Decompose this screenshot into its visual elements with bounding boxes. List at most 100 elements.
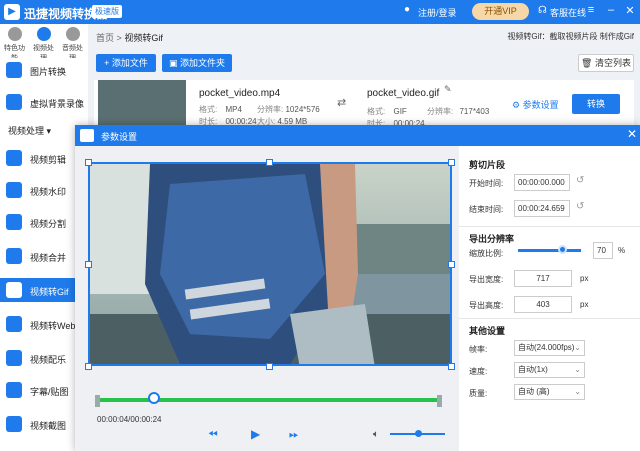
- chevron-down-icon: ⌄: [574, 387, 581, 396]
- version-badge: 极速版: [92, 5, 122, 18]
- add-folder-button[interactable]: ▣ 添加文件夹: [162, 54, 232, 72]
- dialog-close-icon[interactable]: ✕: [627, 127, 637, 141]
- sidebar-item-image-convert[interactable]: 图片转换: [0, 58, 88, 82]
- breadcrumb-home[interactable]: 首页: [96, 33, 114, 43]
- quality-select[interactable]: 自动 (高) ⌄: [514, 384, 585, 400]
- menu-icon[interactable]: ≡: [584, 4, 598, 16]
- end-time-label: 结束时间:: [469, 205, 504, 214]
- video-preview[interactable]: [88, 162, 452, 366]
- video-thumbnail[interactable]: [98, 80, 186, 128]
- convert-button[interactable]: 转换: [572, 94, 620, 114]
- scissors-icon: [6, 150, 22, 166]
- add-file-button[interactable]: + 添加文件: [96, 54, 156, 72]
- rewind-icon[interactable]: ⏪︎: [208, 427, 218, 442]
- top-nav: 特色功能 视频处理 音频处理: [0, 24, 88, 62]
- clear-list-button[interactable]: 🗑︎ 清空列表: [578, 54, 634, 72]
- param-settings-link[interactable]: ⚙ 参数设置: [512, 98, 559, 111]
- sidebar-item-virtual-bg[interactable]: 虚拟背景录像: [0, 90, 88, 114]
- reset-start-icon[interactable]: ↺: [576, 175, 584, 186]
- app-logo-icon: ▶: [4, 4, 20, 20]
- merge-icon: [6, 248, 22, 264]
- headset-icon: ☊: [538, 5, 547, 16]
- height-unit: px: [580, 300, 589, 309]
- special-icon: [7, 27, 22, 41]
- fast-forward-icon[interactable]: ⏩︎: [289, 427, 299, 442]
- scale-slider-knob[interactable]: [558, 245, 568, 254]
- playhead-knob[interactable]: [148, 392, 161, 404]
- breadcrumb-current: 视频转Gif: [124, 33, 163, 43]
- minimize-icon[interactable]: –: [604, 4, 618, 16]
- login-link[interactable]: 注册/登录: [418, 6, 457, 19]
- target-filename: pocket_video.gif: [367, 88, 440, 99]
- screenshot-icon: [6, 416, 22, 432]
- source-filename: pocket_video.mp4: [199, 88, 281, 99]
- scale-input[interactable]: 70: [593, 242, 613, 259]
- height-input[interactable]: 403: [514, 296, 572, 313]
- chevron-down-icon: ⌄: [574, 365, 581, 374]
- playback-time: 00:00:04/00:00:24: [97, 415, 162, 424]
- image-icon: [6, 62, 22, 78]
- crop-handle-ml[interactable]: [85, 261, 92, 268]
- settings-pane: 剪切片段 开始时间: 00:00:00.000 ↺ 结束时间: 00:00:24…: [459, 146, 640, 451]
- quality-label: 质量:: [469, 389, 488, 398]
- divider: [459, 318, 640, 319]
- res-section-title: 导出分辨率: [469, 234, 515, 244]
- start-time-input[interactable]: 00:00:00.000: [514, 174, 570, 191]
- target-resolution: 分辨率: 717*403: [427, 107, 490, 116]
- speed-label: 速度:: [469, 367, 488, 376]
- dialog-logo-icon: [80, 129, 94, 142]
- camera-icon: [6, 94, 22, 110]
- vip-button[interactable]: 开通VIP: [472, 3, 529, 20]
- subtitle-icon: [6, 382, 22, 398]
- preview-pane: 00:00:04/00:00:24 ⏪︎ ▶ ⏩︎ 🔈︎: [75, 146, 459, 451]
- param-settings-dialog: 参数设置 ✕ 00:00:04/00:00:24 ⏪︎ ▶ ⏩︎ 🔈︎ 剪切片段…: [75, 125, 640, 451]
- video-icon: [36, 27, 51, 41]
- width-label: 导出宽度:: [469, 275, 504, 284]
- page-hint: 视频转Gif：截取视频片段 制作成Gif: [507, 32, 634, 41]
- breadcrumb: 首页 > 视频转Gif: [96, 33, 163, 43]
- service-link[interactable]: 客服在线: [550, 6, 586, 19]
- width-unit: px: [580, 274, 589, 283]
- cut-section-title: 剪切片段: [469, 160, 506, 170]
- crop-handle-tr[interactable]: [448, 159, 455, 166]
- timeline-start-handle[interactable]: [95, 395, 100, 407]
- audio-icon: [65, 27, 80, 41]
- user-icon: ●: [404, 4, 411, 15]
- shuffle-icon: ⇄: [337, 97, 347, 109]
- split-icon: [6, 214, 22, 230]
- end-time-input[interactable]: 00:00:24.659: [514, 200, 570, 217]
- speed-select[interactable]: 自动(1x) ⌄: [514, 362, 585, 378]
- scale-slider[interactable]: [518, 249, 581, 252]
- divider: [459, 226, 640, 227]
- volume-knob[interactable]: [414, 430, 422, 437]
- play-icon[interactable]: ▶: [251, 427, 260, 441]
- crop-handle-bl[interactable]: [85, 363, 92, 370]
- crop-handle-tl[interactable]: [85, 159, 92, 166]
- height-label: 导出高度:: [469, 301, 504, 310]
- settings-gear-icon: ⚙: [512, 100, 521, 110]
- title-bar: ▶ 迅捷视频转换器 极速版 注册/登录 ● 开通VIP 客服在线 ☊ ≡ – ✕: [0, 0, 640, 24]
- sidebar-section-title[interactable]: 视频处理 ▾: [8, 124, 51, 137]
- dialog-header: 参数设置 ✕: [75, 125, 640, 146]
- music-icon: [6, 350, 22, 366]
- chevron-down-icon: ⌄: [574, 343, 581, 352]
- webp-icon: [6, 316, 22, 332]
- source-format: 格式: MP4: [199, 105, 242, 114]
- crop-handle-br[interactable]: [448, 363, 455, 370]
- crop-handle-tc[interactable]: [266, 159, 273, 166]
- gif-icon: [6, 282, 22, 298]
- volume-icon[interactable]: 🔈︎: [373, 429, 379, 440]
- target-format: 格式: GIF: [367, 107, 407, 116]
- trash-icon: 🗑︎: [581, 58, 593, 68]
- timeline-end-handle[interactable]: [437, 395, 442, 407]
- scale-label: 缩放比例:: [469, 249, 504, 258]
- fps-select[interactable]: 自动(24.000fps) ⌄: [514, 340, 585, 356]
- edit-icon[interactable]: ✎: [444, 84, 452, 95]
- crop-handle-mr[interactable]: [448, 261, 455, 268]
- width-input[interactable]: 717: [514, 270, 572, 287]
- scale-unit: %: [618, 246, 626, 255]
- close-window-icon[interactable]: ✕: [623, 4, 637, 17]
- fps-label: 帧率:: [469, 345, 488, 354]
- crop-handle-bc[interactable]: [266, 363, 273, 370]
- reset-end-icon[interactable]: ↺: [576, 201, 584, 212]
